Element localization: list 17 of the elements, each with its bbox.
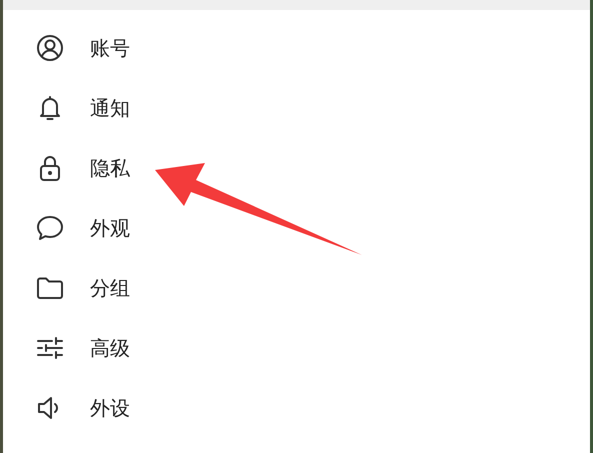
sliders-icon xyxy=(36,334,64,362)
menu-label: 隐私 xyxy=(90,154,130,182)
menu-item[interactable]: 外设 xyxy=(3,378,590,438)
menu-item[interactable]: 外观 xyxy=(3,198,590,258)
menu-label: 高级 xyxy=(90,334,130,362)
menu-label: 通知 xyxy=(90,94,130,122)
chat-bubble-icon xyxy=(36,214,64,242)
user-icon xyxy=(36,34,64,62)
menu-item[interactable]: 分组 xyxy=(3,258,590,318)
menu-item[interactable]: 通知 xyxy=(3,78,590,138)
menu-label: 账号 xyxy=(90,34,130,62)
menu-item[interactable]: 隐私 xyxy=(3,138,590,198)
menu-item[interactable]: 高级 xyxy=(3,318,590,378)
menu-label: 外设 xyxy=(90,394,130,422)
menu-item[interactable]: 账号 xyxy=(3,18,590,78)
menu-label: 分组 xyxy=(90,274,130,302)
menu-label: 外观 xyxy=(90,214,130,242)
